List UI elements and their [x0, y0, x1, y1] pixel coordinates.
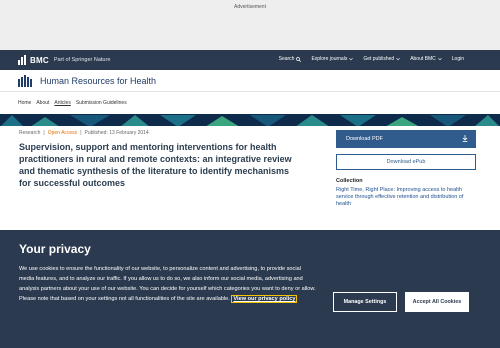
about-bmc-link[interactable]: About BMC	[410, 56, 442, 62]
login-link[interactable]: Login	[452, 56, 464, 62]
chevron-down-icon	[396, 57, 400, 61]
open-access-badge: Open Access	[47, 130, 78, 136]
chevron-down-icon	[349, 57, 354, 61]
bmc-logo-icon	[18, 55, 28, 65]
bmc-logo-text: BMC	[30, 55, 49, 65]
advertisement-area: Advertisement	[0, 0, 500, 50]
search-icon	[296, 56, 302, 62]
springer-nature-text: Part of Springer Nature	[53, 57, 111, 63]
privacy-policy-link[interactable]: View our privacy policy	[231, 295, 298, 303]
collection-heading: Collection	[336, 178, 363, 184]
bmc-logo[interactable]: BMC Part of Springer Nature	[18, 54, 110, 66]
journal-logo-icon[interactable]	[18, 75, 32, 87]
chevron-down-icon	[437, 57, 442, 61]
explore-journals-link[interactable]: Explore journals	[311, 56, 354, 62]
get-published-link[interactable]: Get published	[363, 56, 400, 62]
subnav-item-articles[interactable]: Articles	[54, 100, 70, 106]
collection-link[interactable]: Right Time, Right Place: Improving acces…	[336, 187, 476, 208]
article-type: Research	[19, 130, 41, 136]
search-link[interactable]: Search	[279, 56, 302, 62]
privacy-banner: Your privacy We use cookies to ensure th…	[0, 230, 500, 348]
decorative-pattern-band	[0, 114, 500, 126]
bmc-nav: Search Explore journals Get published Ab…	[279, 56, 464, 62]
journal-subnav: Home About Articles Submission Guideline…	[0, 92, 500, 114]
download-icon	[462, 135, 468, 142]
manage-settings-button[interactable]: Manage Settings	[333, 292, 397, 312]
published-date: Published: 13 February 2014	[84, 130, 149, 136]
subnav-item-about[interactable]: About	[36, 100, 49, 106]
pattern-graphic	[0, 115, 500, 126]
download-epub-button[interactable]: Download ePub	[336, 154, 476, 170]
download-pdf-button[interactable]: Download PDF	[336, 130, 476, 148]
bmc-header: BMC Part of Springer Nature Search Explo…	[0, 50, 500, 70]
journal-title[interactable]: Human Resources for Health	[40, 76, 156, 86]
subnav-item-home[interactable]: Home	[18, 100, 31, 106]
journal-header: Human Resources for Health	[0, 70, 500, 92]
privacy-title: Your privacy	[19, 242, 91, 256]
subnav-item-submission-guidelines[interactable]: Submission Guidelines	[76, 100, 127, 106]
accept-all-cookies-button[interactable]: Accept All Cookies	[405, 292, 469, 312]
advertisement-label: Advertisement	[234, 4, 266, 10]
privacy-text: We use cookies to ensure the functionali…	[19, 266, 316, 303]
article-meta: Research | Open Access | Published: 13 F…	[19, 130, 149, 136]
article-title: Supervision, support and mentoring inter…	[19, 142, 292, 188]
